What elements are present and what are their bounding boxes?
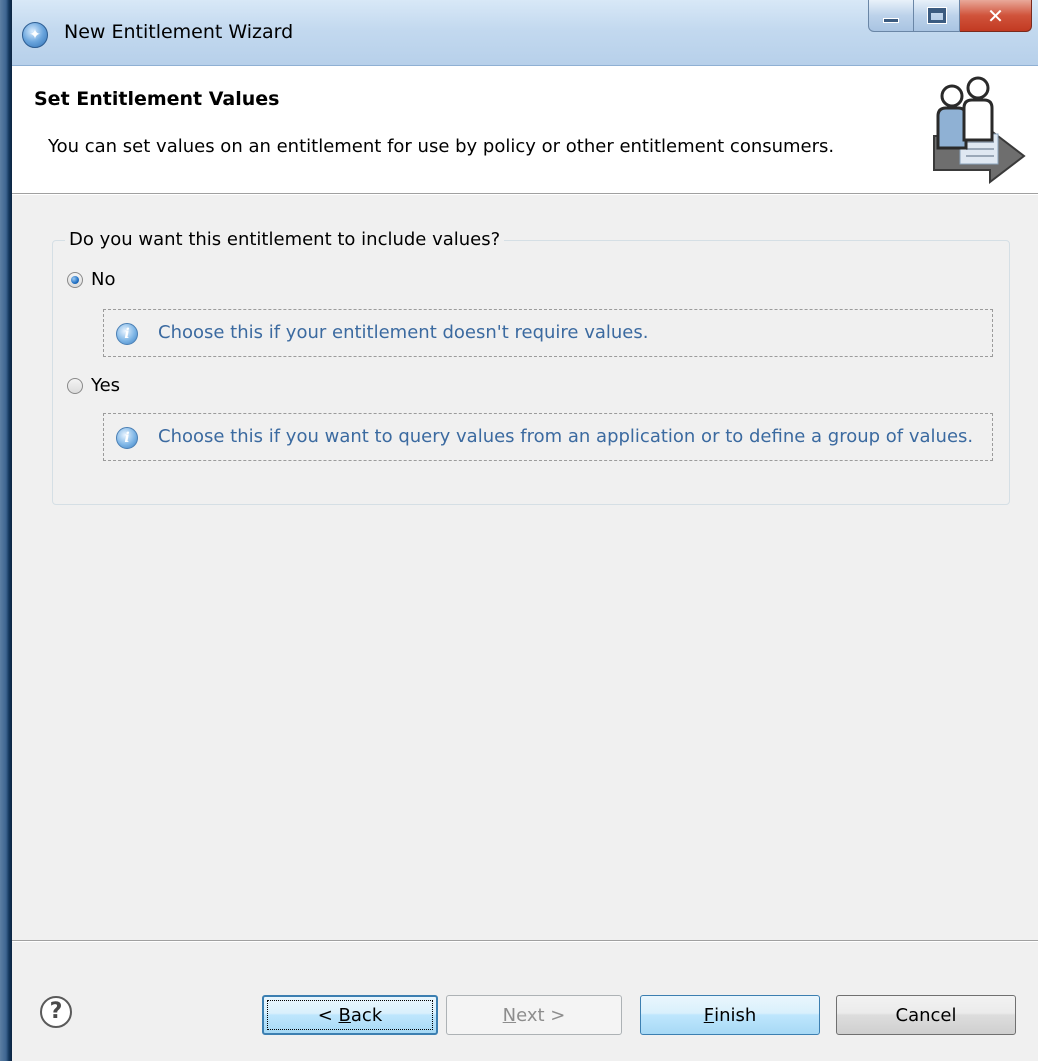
back-button[interactable]: < Back xyxy=(262,995,438,1035)
cancel-label: Cancel xyxy=(895,1004,957,1026)
page-description: You can set values on an entitlement for… xyxy=(48,136,835,157)
hint-no-text: Choose this if your entitlement doesn't … xyxy=(158,322,649,343)
maximize-button[interactable] xyxy=(914,0,960,32)
window-title: New Entitlement Wizard xyxy=(64,21,294,43)
finish-mnemonic: F xyxy=(703,1004,715,1026)
hint-yes-text: Choose this if you want to query values … xyxy=(158,426,974,447)
window-frame-left xyxy=(0,0,12,1061)
radio-no[interactable]: No xyxy=(67,269,115,290)
minimize-button[interactable] xyxy=(868,0,914,32)
window-controls: ✕ xyxy=(868,0,1032,32)
next-mnemonic: N xyxy=(502,1004,517,1026)
hint-no: i Choose this if your entitlement doesn'… xyxy=(103,309,993,357)
footer-divider xyxy=(12,940,1038,942)
radio-yes[interactable]: Yes xyxy=(67,375,120,396)
close-icon: ✕ xyxy=(987,3,1004,28)
wizard-content: Do you want this entitlement to include … xyxy=(12,195,1038,940)
info-icon: i xyxy=(116,427,138,449)
radio-no-button[interactable] xyxy=(67,271,83,288)
close-button[interactable]: ✕ xyxy=(960,0,1032,32)
back-mnemonic: B xyxy=(338,1004,351,1026)
wizard-footer: ? < Back Next > Finish Cancel xyxy=(12,940,1038,1061)
include-values-group: Do you want this entitlement to include … xyxy=(52,229,1010,505)
radio-yes-label: Yes xyxy=(91,375,121,396)
users-arrow-icon xyxy=(933,76,1026,185)
back-rest: ack xyxy=(350,1004,383,1026)
finish-button[interactable]: Finish xyxy=(640,995,820,1035)
radio-no-label: No xyxy=(91,269,116,290)
title-bar: ✦ New Entitlement Wizard ✕ xyxy=(12,0,1038,66)
radio-yes-button[interactable] xyxy=(67,377,83,394)
help-icon[interactable]: ? xyxy=(40,996,72,1028)
maximize-icon xyxy=(926,7,947,24)
minimize-icon xyxy=(883,18,899,23)
next-button[interactable]: Next > xyxy=(446,995,622,1035)
next-rest: ext > xyxy=(516,1004,566,1026)
back-prefix: < xyxy=(317,1004,339,1026)
cancel-button[interactable]: Cancel xyxy=(836,995,1016,1035)
page-title: Set Entitlement Values xyxy=(34,88,280,110)
group-legend: Do you want this entitlement to include … xyxy=(65,229,505,250)
hint-yes: i Choose this if you want to query value… xyxy=(103,413,993,461)
finish-rest: inish xyxy=(714,1004,757,1026)
wizard-app-icon: ✦ xyxy=(22,22,48,48)
info-icon: i xyxy=(116,323,138,345)
wizard-header: Set Entitlement Values You can set value… xyxy=(12,66,1038,194)
